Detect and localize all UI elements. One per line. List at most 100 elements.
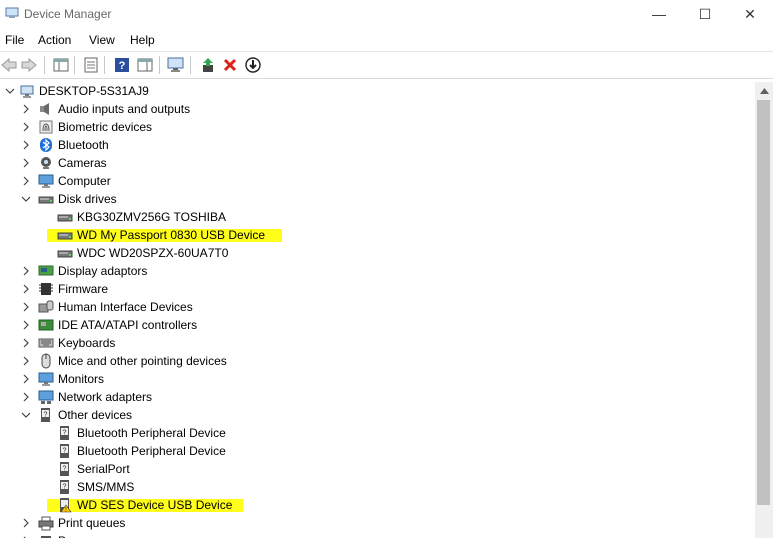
tree-category-row[interactable]: Network adapters xyxy=(0,388,755,406)
chevron-right-icon[interactable] xyxy=(19,390,33,404)
help-button[interactable]: ? xyxy=(113,56,131,74)
back-button[interactable] xyxy=(0,56,18,74)
scan-hardware-button[interactable] xyxy=(167,56,185,74)
minimize-button[interactable]: — xyxy=(636,0,682,28)
tree-device-row[interactable]: ? Bluetooth Peripheral Device xyxy=(0,442,755,460)
menu-file[interactable]: File xyxy=(5,33,24,47)
tree-category-row[interactable]: Bluetooth xyxy=(0,136,755,154)
tree-device-row[interactable]: ! WD SES Device USB Device xyxy=(0,496,755,514)
controller-icon xyxy=(38,319,54,331)
tree-row-label: Bluetooth Peripheral Device xyxy=(77,444,226,458)
disable-device-button[interactable] xyxy=(244,56,262,74)
menu-view[interactable]: View xyxy=(89,33,115,47)
scroll-up-button[interactable] xyxy=(755,82,773,99)
update-driver-button[interactable] xyxy=(199,56,217,74)
chevron-right-icon[interactable] xyxy=(19,372,33,386)
chevron-down-icon[interactable] xyxy=(19,408,33,422)
tree-device-row[interactable]: ? SMS/MMS xyxy=(0,478,755,496)
svg-text:?: ? xyxy=(119,60,126,72)
tree-category-row[interactable]: Monitors xyxy=(0,370,755,388)
chevron-right-icon[interactable] xyxy=(19,156,33,170)
tree-row-label: Cameras xyxy=(58,156,107,170)
menu-help[interactable]: Help xyxy=(130,33,155,47)
tree-row-label: WDC WD20SPZX-60UA7T0 xyxy=(77,246,229,260)
tree-row-label: Keyboards xyxy=(58,336,116,350)
chevron-right-icon[interactable] xyxy=(19,120,33,134)
tree-category-row[interactable]: IDE ATA/ATAPI controllers xyxy=(0,316,755,334)
chevron-right-icon[interactable] xyxy=(19,300,33,314)
hid-icon xyxy=(38,300,54,313)
tree-category-row[interactable]: Audio inputs and outputs xyxy=(0,100,755,118)
tree-category-row[interactable]: P xyxy=(0,532,755,538)
chevron-right-icon[interactable] xyxy=(19,102,33,116)
tree-category-row[interactable]: Human Interface Devices xyxy=(0,298,755,316)
unknown-device-icon: ? xyxy=(60,462,69,476)
tree-device-row[interactable]: WDC WD20SPZX-60UA7T0 xyxy=(0,244,755,262)
action-pane-button[interactable] xyxy=(136,56,154,74)
forward-button[interactable] xyxy=(20,56,38,74)
toolbar-separator xyxy=(104,56,105,74)
disk-drive-icon xyxy=(38,196,54,204)
chevron-right-icon[interactable] xyxy=(19,264,33,278)
tree-row-label: Print queues xyxy=(58,516,126,530)
tree-category-row[interactable]: ? Other devices xyxy=(0,406,755,424)
chevron-right-icon[interactable] xyxy=(19,534,33,538)
scan-hardware-icon xyxy=(167,57,184,72)
tree-category-row[interactable]: Biometric devices xyxy=(0,118,755,136)
svg-text:?: ? xyxy=(63,466,67,473)
printer-icon xyxy=(38,516,54,531)
forward-arrow-icon xyxy=(21,58,37,72)
back-arrow-icon xyxy=(1,58,17,72)
tree-row-label: Bluetooth xyxy=(58,138,109,152)
unknown-device-icon: ? xyxy=(60,480,69,494)
maximize-button[interactable]: ☐ xyxy=(682,0,728,28)
unknown-device-icon: ? xyxy=(41,408,50,422)
tree-row-label: Human Interface Devices xyxy=(58,300,193,314)
tree-category-row[interactable]: Firmware xyxy=(0,280,755,298)
tree-row-label: IDE ATA/ATAPI controllers xyxy=(58,318,198,332)
computer-icon xyxy=(20,85,34,98)
menu-action[interactable]: Action xyxy=(38,33,71,47)
chevron-right-icon[interactable] xyxy=(19,516,33,530)
disk-drive-icon xyxy=(57,232,73,240)
chevron-right-icon[interactable] xyxy=(19,174,33,188)
tree-category-row[interactable]: Mice and other pointing devices xyxy=(0,352,755,370)
disk-drive-icon xyxy=(57,214,73,222)
svg-text:?: ? xyxy=(63,448,67,455)
chevron-down-icon[interactable] xyxy=(19,192,33,206)
toolbar-separator xyxy=(74,56,75,74)
tree-root[interactable]: DESKTOP-5S31AJ9 xyxy=(0,82,755,100)
chevron-right-icon[interactable] xyxy=(19,138,33,152)
tree-category-row[interactable]: Keyboards xyxy=(0,334,755,352)
chevron-right-icon[interactable] xyxy=(19,336,33,350)
tree-row-label: Display adaptors xyxy=(58,264,148,278)
tree-category-row[interactable]: Computer xyxy=(0,172,755,190)
chevron-right-icon[interactable] xyxy=(19,282,33,296)
processor-icon xyxy=(41,536,51,538)
unknown-device-icon: ? xyxy=(60,444,69,458)
tree-row-label: Computer xyxy=(58,174,111,188)
tree-row-label: Audio inputs and outputs xyxy=(58,102,191,116)
toolbar: ? xyxy=(0,51,773,79)
tree-row-label: WD My Passport 0830 USB Device xyxy=(77,228,266,242)
tree-device-row[interactable]: ? Bluetooth Peripheral Device xyxy=(0,424,755,442)
vertical-scrollbar[interactable] xyxy=(755,82,773,538)
tree-root-label: DESKTOP-5S31AJ9 xyxy=(39,84,149,98)
chevron-right-icon[interactable] xyxy=(19,318,33,332)
tree-device-row[interactable]: KBG30ZMV256G TOSHIBA xyxy=(0,208,755,226)
chevron-right-icon[interactable] xyxy=(19,354,33,368)
uninstall-device-button[interactable] xyxy=(221,56,239,74)
tree-device-row[interactable]: ? SerialPort xyxy=(0,460,755,478)
close-button[interactable]: ✕ xyxy=(727,0,773,28)
tree-category-row[interactable]: Print queues xyxy=(0,514,755,532)
tree-row-label: WD SES Device USB Device xyxy=(77,498,233,512)
show-hide-tree-button[interactable] xyxy=(52,56,70,74)
chevron-down-icon[interactable] xyxy=(3,84,17,98)
properties-button[interactable] xyxy=(82,56,100,74)
tree-device-row[interactable]: WD My Passport 0830 USB Device xyxy=(0,226,755,244)
disable-device-icon xyxy=(245,57,261,73)
scroll-thumb[interactable] xyxy=(757,100,770,505)
tree-category-row[interactable]: Disk drives xyxy=(0,190,755,208)
tree-category-row[interactable]: Display adaptors xyxy=(0,262,755,280)
tree-category-row[interactable]: Cameras xyxy=(0,154,755,172)
